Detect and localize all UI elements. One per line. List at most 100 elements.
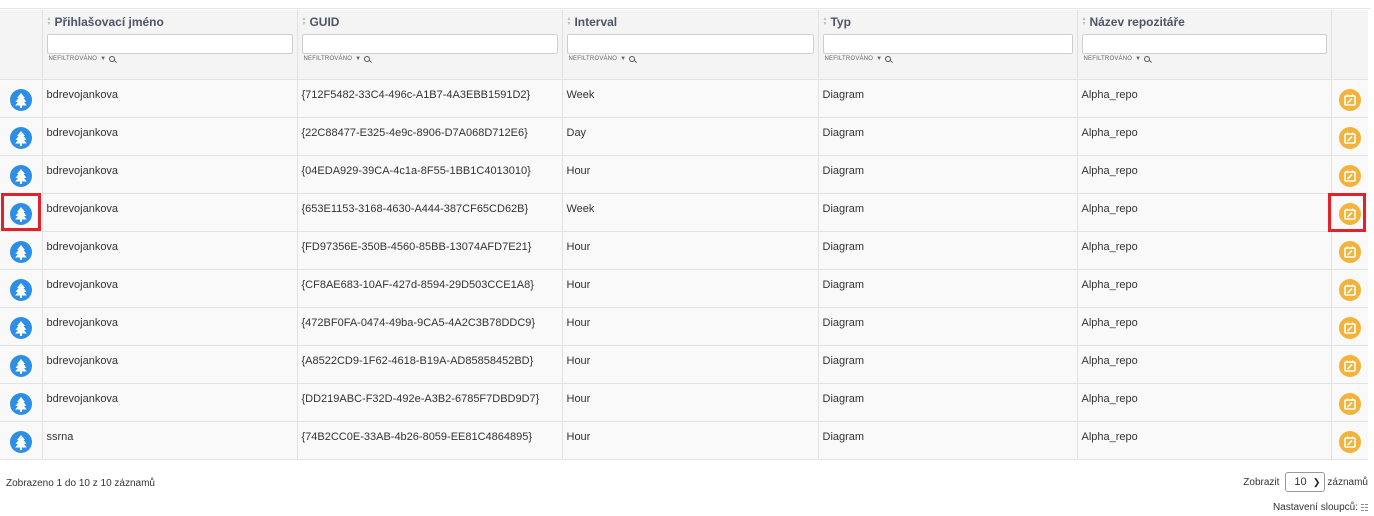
calendar-edit-icon[interactable] xyxy=(1338,88,1361,111)
cell-guid: {CF8AE683-10AF-427d-8594-29D503CCE1A8} xyxy=(297,269,563,308)
cell-interval-text: Hour xyxy=(566,164,591,177)
cell-repo: Alpha_repo xyxy=(1077,421,1332,460)
columns-icon[interactable] xyxy=(1361,503,1368,512)
cell-interval-text: Hour xyxy=(566,430,591,443)
cell-interval-text: Week xyxy=(566,202,595,215)
search-icon[interactable] xyxy=(1144,56,1151,62)
search-icon[interactable] xyxy=(885,56,892,62)
calendar-edit-icon[interactable] xyxy=(1338,392,1361,415)
table-row[interactable]: bdrevojankova {653E1153-3168-4630-A444-38… xyxy=(0,193,1368,232)
filter-state[interactable]: NEFILTROVÁNO ▼ xyxy=(298,54,562,62)
calendar-edit-icon[interactable] xyxy=(1338,240,1361,263)
search-icon[interactable] xyxy=(629,56,636,62)
sort-icon: ▲ ▼ xyxy=(1081,16,1087,27)
table-row[interactable]: bdrevojankova {A8522CD9-1F62-4618-B19A-AD… xyxy=(0,345,1368,384)
highlight-left xyxy=(1,193,41,231)
cell-type-text: Diagram xyxy=(822,126,865,139)
records-label: záznamů xyxy=(1327,476,1368,488)
column-title[interactable]: ▲ ▼ Název repozitáře xyxy=(1078,10,1331,31)
cell-repo-text: Alpha_repo xyxy=(1081,126,1138,139)
cell-type-text: Diagram xyxy=(822,240,865,253)
calendar-edit-icon[interactable] xyxy=(1338,316,1361,339)
column-filter-input[interactable] xyxy=(46,34,293,54)
cell-interval-text: Hour xyxy=(566,278,591,291)
cell-repo: Alpha_repo xyxy=(1077,155,1332,194)
column-filter-input[interactable] xyxy=(566,34,814,54)
column-title[interactable]: ▲ ▼ Typ xyxy=(819,10,1077,31)
cell-login: bdrevojankova xyxy=(42,79,298,118)
row-action-cell xyxy=(1331,117,1368,156)
cell-login: bdrevojankova xyxy=(42,345,298,384)
cell-repo-text: Alpha_repo xyxy=(1081,430,1138,443)
filter-state[interactable]: NEFILTROVÁNO ▼ xyxy=(1078,54,1331,62)
row-icon-cell xyxy=(0,307,43,346)
cell-type: Diagram xyxy=(818,193,1078,232)
calendar-edit-icon[interactable] xyxy=(1338,126,1361,149)
sort-icon: ▲ ▼ xyxy=(566,16,572,27)
cell-type-text: Diagram xyxy=(822,88,865,101)
cell-repo-text: Alpha_repo xyxy=(1081,240,1138,253)
page-size-control: Zobrazit 10 ❯ záznamů xyxy=(1243,472,1368,492)
cell-type-text: Diagram xyxy=(822,430,865,443)
cell-type-text: Diagram xyxy=(822,202,865,215)
tree-icon[interactable] xyxy=(9,354,32,377)
column-title[interactable]: ▲ ▼ Interval xyxy=(563,10,818,31)
calendar-edit-icon[interactable] xyxy=(1338,278,1361,301)
filter-state[interactable]: NEFILTROVÁNO ▼ xyxy=(43,54,297,62)
table-row[interactable]: bdrevojankova {04EDA929-39CA-4c1a-8F55-1B… xyxy=(0,155,1368,194)
filter-state[interactable]: NEFILTROVÁNO ▼ xyxy=(819,54,1077,62)
column-filter-input[interactable] xyxy=(301,34,558,54)
filter-state-label: NEFILTROVÁNO xyxy=(48,56,98,62)
cell-type-text: Diagram xyxy=(822,278,865,291)
cell-login-text: bdrevojankova xyxy=(46,354,119,367)
tree-icon[interactable] xyxy=(9,164,32,187)
highlight-right xyxy=(1328,193,1366,232)
cell-guid-text: {74B2CC0E-33AB-4b26-8059-EE81C4864895} xyxy=(301,430,533,443)
tree-icon[interactable] xyxy=(9,392,32,415)
calendar-edit-icon[interactable] xyxy=(1338,164,1361,187)
column-filter-input[interactable] xyxy=(822,34,1073,54)
cell-guid-text: {653E1153-3168-4630-A444-387CF65CD62B} xyxy=(301,202,529,215)
tree-icon[interactable] xyxy=(9,88,32,111)
filter-state-label: NEFILTROVÁNO xyxy=(824,56,874,62)
cell-guid-text: {A8522CD9-1F62-4618-B19A-AD85858452BD} xyxy=(301,354,534,367)
column-header: ▲ ▼ Interval NEFILTROVÁNO ▼ xyxy=(562,10,819,80)
tree-icon[interactable] xyxy=(9,126,32,149)
row-action-cell xyxy=(1331,383,1368,422)
cell-repo: Alpha_repo xyxy=(1077,79,1332,118)
tree-icon[interactable] xyxy=(9,240,32,263)
calendar-edit-icon[interactable] xyxy=(1338,430,1361,453)
column-settings[interactable]: Nastavení sloupců: xyxy=(1273,502,1368,513)
filter-state-label: NEFILTROVÁNO xyxy=(303,56,353,62)
column-title-label: Přihlašovací jméno xyxy=(54,15,164,29)
column-header: ▲ ▼ Název repozitáře NEFILTROVÁNO ▼ xyxy=(1077,10,1332,80)
cell-repo-text: Alpha_repo xyxy=(1081,88,1138,101)
row-action-cell xyxy=(1331,421,1368,460)
column-title[interactable]: ▲ ▼ GUID xyxy=(298,10,562,31)
tree-icon[interactable] xyxy=(9,278,32,301)
cell-interval-text: Hour xyxy=(566,354,591,367)
table-row[interactable]: bdrevojankova {472BF0FA-0474-49ba-9CA5-4A… xyxy=(0,307,1368,346)
cell-type: Diagram xyxy=(818,269,1078,308)
filter-state[interactable]: NEFILTROVÁNO ▼ xyxy=(563,54,818,62)
column-header: ▲ ▼ Typ NEFILTROVÁNO ▼ xyxy=(818,10,1078,80)
page-size-select[interactable]: 10 ❯ xyxy=(1285,472,1326,492)
caret-down-icon: ▼ xyxy=(355,56,362,62)
table-row[interactable]: bdrevojankova {712F5482-33C4-496c-A1B7-4A… xyxy=(0,79,1368,118)
top-border xyxy=(0,0,1370,9)
table-row[interactable]: bdrevojankova {22C88477-E325-4e9c-8906-D7… xyxy=(0,117,1368,156)
calendar-edit-icon[interactable] xyxy=(1338,354,1361,377)
search-icon[interactable] xyxy=(364,56,371,62)
table-row[interactable]: ssrna {74B2CC0E-33AB-4b26-8059-EE81C48648… xyxy=(0,421,1368,460)
search-icon[interactable] xyxy=(109,56,116,62)
table-row[interactable]: bdrevojankova {FD97356E-350B-4560-85BB-13… xyxy=(0,231,1368,270)
table-row[interactable]: bdrevojankova {DD219ABC-F32D-492e-A3B2-67… xyxy=(0,383,1368,422)
column-title[interactable]: ▲ ▼ Přihlašovací jméno xyxy=(43,10,297,31)
table-row[interactable]: bdrevojankova {CF8AE683-10AF-427d-8594-29… xyxy=(0,269,1368,308)
cell-type: Diagram xyxy=(818,307,1078,346)
filter-state-label: NEFILTROVÁNO xyxy=(1083,56,1133,62)
cell-repo-text: Alpha_repo xyxy=(1081,164,1138,177)
tree-icon[interactable] xyxy=(9,316,32,339)
tree-icon[interactable] xyxy=(9,430,32,453)
column-filter-input[interactable] xyxy=(1081,34,1327,54)
